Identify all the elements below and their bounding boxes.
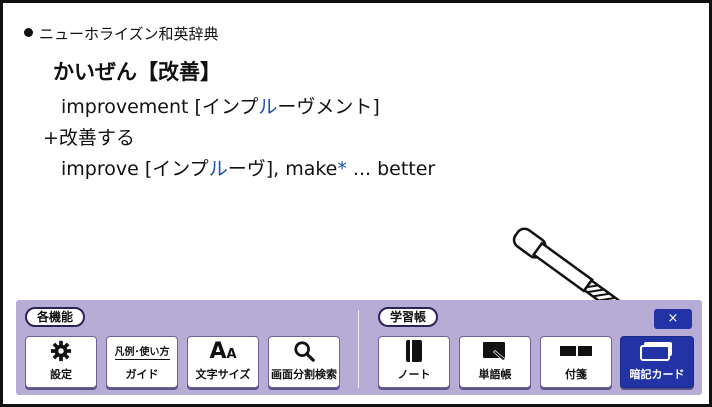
sticky-note-button[interactable]: 付箋 [540,336,612,388]
asterisk-mark[interactable]: * [337,158,347,180]
translation-text-rest: ーヴ], make [227,158,338,180]
phrase-line: +改善する [43,127,135,149]
study-group-label: 学習帳 [378,307,439,327]
dictionary-screen: ニューホライズン和英辞典 かいぜん【改善】 improvement [インプルー… [0,0,712,407]
wordbook-label: 単語帳 [478,368,512,381]
font-size-button[interactable]: AA 文字サイズ [187,336,259,388]
guide-icon: 凡例･使い方 [114,338,170,364]
font-size-glyph-large: A [209,338,227,364]
note-label: ノート [397,368,431,381]
guide-button[interactable]: 凡例･使い方 ガイド [106,336,178,388]
wordbook-icon [481,338,509,364]
translation-line: improve [インプルーヴ], make* ... better [61,154,435,181]
gear-icon [50,338,72,364]
settings-button[interactable]: 設定 [25,336,97,388]
headword: かいぜん【改善】 [53,60,221,84]
translation-text-rest: ーヴメント] [277,96,380,118]
flashcard-label: 暗記カード [629,368,685,381]
dictionary-name: ニューホライズン和英辞典 [39,25,219,43]
note-button[interactable]: ノート [378,336,450,388]
close-panel-button[interactable]: × [654,309,692,329]
search-icon [293,338,315,364]
accent-mark: ル [208,158,228,180]
font-size-label: 文字サイズ [195,368,251,381]
wordbook-button[interactable]: 単語帳 [459,336,531,388]
translation-text: improvement [インプ [61,96,259,118]
tool-panel: 各機能 学習帳 × 設定 凡例･使い方 ガイド A A 文字サイズ 画面分割検索… [16,300,702,395]
flashcard-button[interactable]: 暗記カード [620,336,694,388]
flashcard-icon [640,338,674,364]
functions-group-label: 各機能 [25,307,86,327]
guide-label: ガイド [125,368,159,381]
translation-line: improvement [インプルーヴメント] [61,92,380,119]
translation-text: improve [インプ [61,158,209,180]
font-size-icon: AA [209,338,236,364]
guide-top-label: 凡例･使い方 [114,343,170,360]
translation-tail: ... better [346,158,436,180]
split-screen-search-button[interactable]: 画面分割検索 [268,336,340,388]
panel-divider [358,310,359,388]
font-size-glyph-small: A [226,347,237,362]
sticky-note-icon [559,338,593,364]
settings-label: 設定 [50,368,72,381]
split-search-label: 画面分割検索 [271,368,337,381]
accent-mark: ル [258,96,278,118]
notebook-icon [404,338,424,364]
bullet-icon [24,28,33,37]
sticky-note-label: 付箋 [565,368,587,381]
